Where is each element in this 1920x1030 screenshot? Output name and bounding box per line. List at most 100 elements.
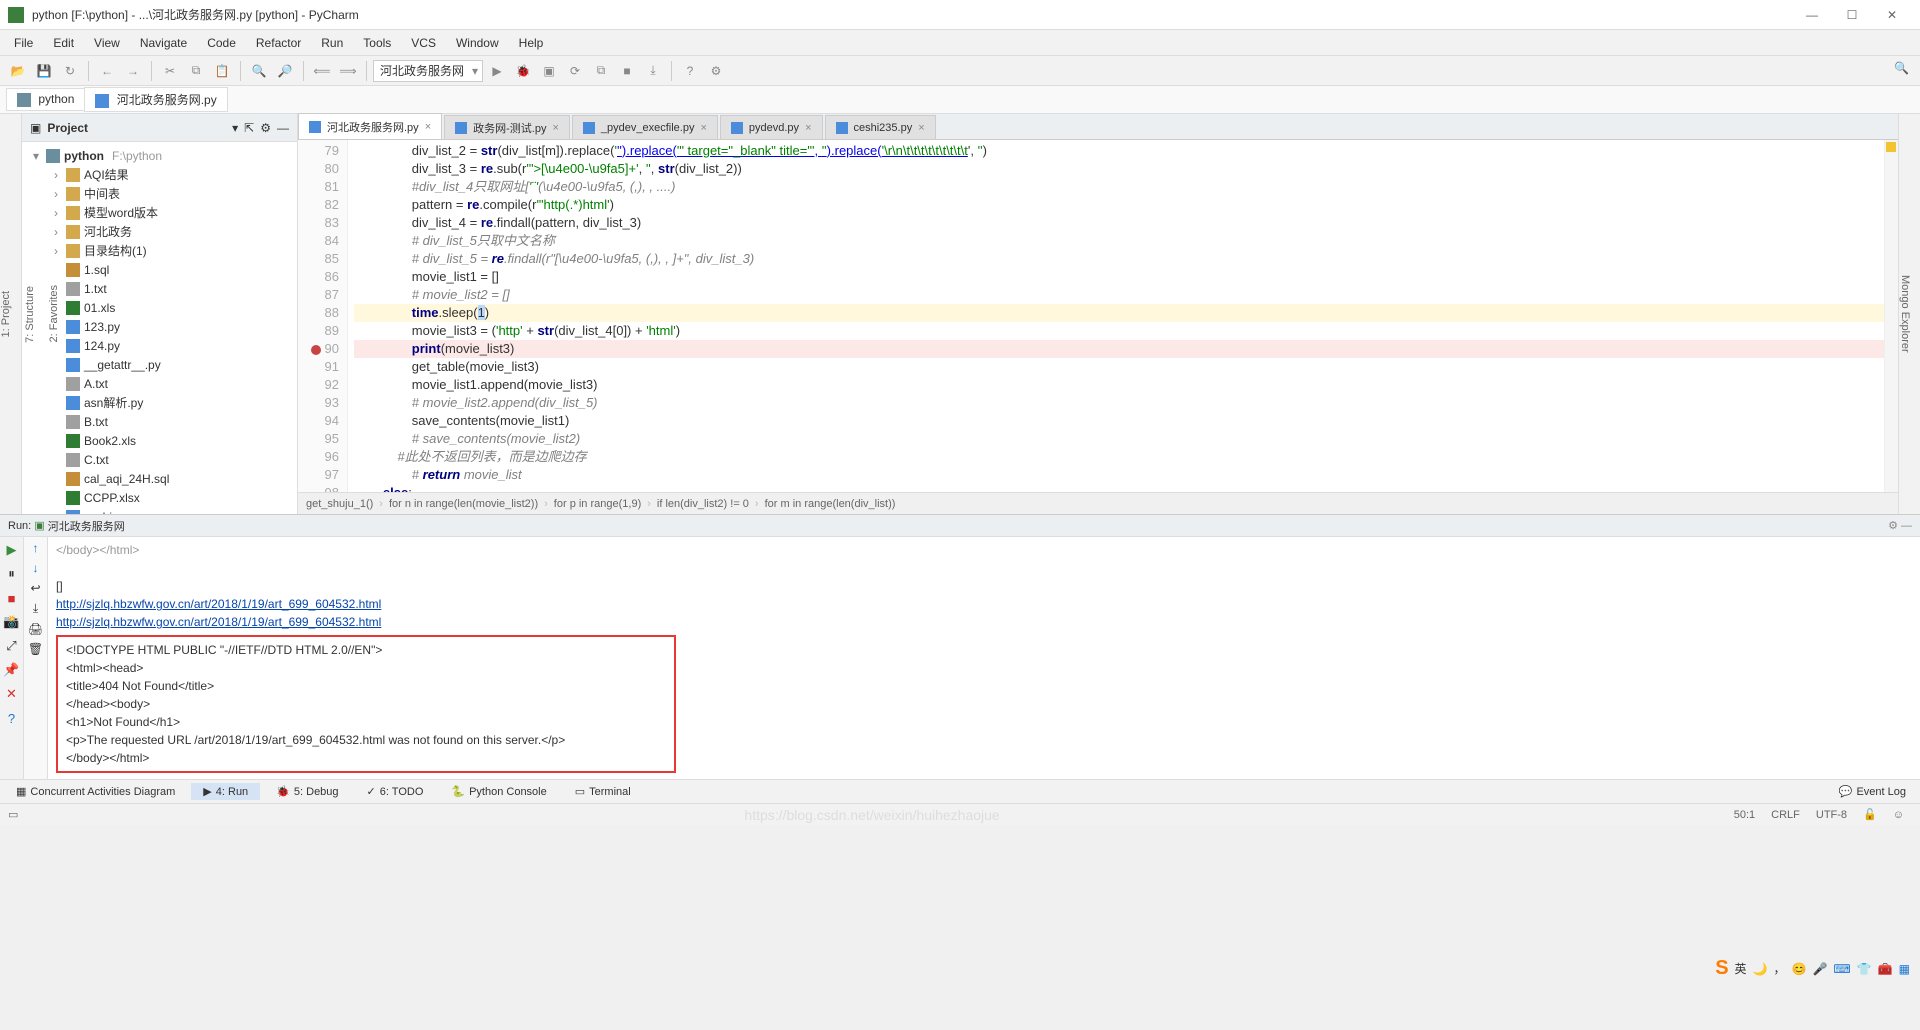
code-line[interactable]: # return movie_list [354,466,1884,484]
code-line[interactable]: # save_contents(movie_list2) [354,430,1884,448]
editor-tab[interactable]: _pydev_execfile.py× [572,115,718,139]
console-link[interactable]: http://sjzlq.hbzwfw.gov.cn/art/2018/1/19… [56,615,381,629]
grid-icon[interactable]: ▦ [1899,962,1910,976]
menu-view[interactable]: View [84,32,130,54]
read-only-icon[interactable]: 🔓 [1863,808,1877,821]
gear-icon[interactable]: ⚙ [1888,519,1898,532]
hide-icon[interactable]: — [277,121,289,135]
editor-tab[interactable]: ceshi235.py× [825,115,936,139]
cut-icon[interactable]: ✂ [158,59,182,83]
coverage-icon[interactable]: ▣ [537,59,561,83]
gutter[interactable]: 7980818283848586878889909192939495969798 [298,140,348,492]
skin-icon[interactable]: 👕 [1857,962,1872,976]
menu-window[interactable]: Window [446,32,509,54]
tree-item[interactable]: C.txt [22,450,297,469]
toolbox-icon[interactable]: 🧰 [1878,962,1893,976]
code-line[interactable]: # movie_list2.append(div_list_5) [354,394,1884,412]
clear-icon[interactable]: 🗑 [28,642,43,656]
tree-item[interactable]: ›目录结构(1) [22,241,297,260]
line-number[interactable]: 80 [298,160,339,178]
comma-icon[interactable]: ， [1774,960,1786,977]
tree-item[interactable]: B.txt [22,412,297,431]
sync-icon[interactable]: ↻ [58,59,82,83]
dump-icon[interactable]: 📸 [3,613,21,631]
expand-arrow-icon[interactable]: › [50,225,62,239]
cursor-position[interactable]: 50:1 [1734,809,1755,821]
restore-layout-icon[interactable]: ⤢ [3,637,21,655]
code-line[interactable]: movie_list3 = ('http' + str(div_list_4[0… [354,322,1884,340]
help-icon[interactable]: ? [3,709,21,727]
tree-item[interactable]: asn解析.py [22,393,297,412]
find-icon[interactable]: 🔍 [247,59,271,83]
pin-icon[interactable]: 📌 [3,661,21,679]
line-number[interactable]: 95 [298,430,339,448]
menu-code[interactable]: Code [197,32,246,54]
debug-icon[interactable]: 🐞 [511,59,535,83]
expand-arrow-icon[interactable]: › [50,206,62,220]
line-number[interactable]: 92 [298,376,339,394]
line-number[interactable]: 94 [298,412,339,430]
tree-item[interactable]: __getattr__.py [22,355,297,374]
close-tab-icon[interactable]: × [805,122,811,134]
code-line[interactable]: # div_list_5 = re.findall(r"[\u4e00-\u9f… [354,250,1884,268]
file-encoding[interactable]: UTF-8 [1816,809,1847,821]
line-number[interactable]: 97 [298,466,339,484]
code-line[interactable]: else: [354,484,1884,492]
line-number[interactable]: 90 [298,340,339,358]
bottom-tab[interactable]: ▦Concurrent Activities Diagram [4,783,187,800]
menu-edit[interactable]: Edit [43,32,84,54]
soft-wrap-icon[interactable]: ↩ [30,581,40,595]
project-tree[interactable]: ▾ python F:\python ›AQI结果›中间表›模型word版本›河… [22,142,297,514]
keyboard-icon[interactable]: ⌨ [1833,962,1850,976]
close-icon[interactable]: ✕ [3,685,21,703]
collapse-icon[interactable]: ⇱ [244,121,254,135]
tree-item[interactable]: 124.py [22,336,297,355]
tree-item[interactable]: Book2.xls [22,431,297,450]
code-line[interactable]: movie_list1.append(movie_list3) [354,376,1884,394]
breadcrumb-file[interactable]: 河北政务服务网.py [84,87,227,112]
paste-icon[interactable]: 📋 [210,59,234,83]
pause-icon[interactable]: ⏸ [3,565,21,583]
code-line[interactable]: #此处不返回列表，而是边爬边存 [354,448,1884,466]
breadcrumb-item[interactable]: for n in range(len(movie_list2)) [389,498,538,510]
stop-icon[interactable]: ■ [615,59,639,83]
bottom-tab[interactable]: 🐍Python Console [439,783,558,800]
gear-icon[interactable]: ⚙ [260,121,271,135]
run-config-combo[interactable]: 河北政务服务网 [373,60,483,82]
up-icon[interactable]: ↑ [33,541,39,555]
status-indicator-icon[interactable]: ▭ [8,808,18,821]
favorites-tool-button[interactable]: 2: Favorites [48,285,60,342]
expand-arrow-icon[interactable]: › [50,187,62,201]
hide-icon[interactable]: — [1901,520,1912,532]
structure-tool-button[interactable]: 7: Structure [24,286,36,343]
copy-icon[interactable]: ⧉ [184,59,208,83]
menu-help[interactable]: Help [509,32,554,54]
tree-item[interactable]: 123.py [22,317,297,336]
console-link[interactable]: http://sjzlq.hbzwfw.gov.cn/art/2018/1/19… [56,597,381,611]
close-tab-icon[interactable]: × [425,121,431,133]
tree-item[interactable]: 1.txt [22,279,297,298]
tree-item[interactable]: ›AQI结果 [22,165,297,184]
save-all-icon[interactable]: 💾 [32,59,56,83]
code-line[interactable]: div_list_4 = re.findall(pattern, div_lis… [354,214,1884,232]
line-number[interactable]: 91 [298,358,339,376]
moon-icon[interactable]: 🌙 [1753,962,1768,976]
bottom-tab[interactable]: 🐞5: Debug [264,783,350,800]
ide-settings-icon[interactable]: ⚙ [704,59,728,83]
code-line[interactable]: get_table(movie_list3) [354,358,1884,376]
breakpoint-icon[interactable] [311,345,321,355]
project-tool-button[interactable]: 1: Project [0,291,12,337]
stop-icon[interactable]: ■ [3,589,21,607]
line-number[interactable]: 85 [298,250,339,268]
line-number[interactable]: 96 [298,448,339,466]
inspection-icon[interactable]: ☺ [1893,809,1904,821]
tree-item[interactable]: 01.xls [22,298,297,317]
run-icon[interactable]: ▶ [485,59,509,83]
concurrency-icon[interactable]: ⧉ [589,59,613,83]
tree-item[interactable]: ›河北政务 [22,222,297,241]
code-line[interactable]: save_contents(movie_list1) [354,412,1884,430]
code-line[interactable]: # movie_list2 = [] [354,286,1884,304]
menu-run[interactable]: Run [311,32,353,54]
expand-arrow-icon[interactable]: › [50,168,62,182]
print-icon[interactable]: 🖨 [28,622,43,636]
